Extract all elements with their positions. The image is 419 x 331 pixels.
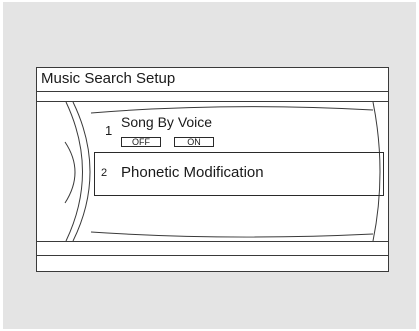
- item-number: 1: [105, 123, 113, 138]
- on-option-button[interactable]: ON: [174, 137, 214, 147]
- selection-highlight: [94, 152, 384, 196]
- off-option-button[interactable]: OFF: [121, 137, 161, 147]
- item-label: Song By Voice: [121, 114, 213, 130]
